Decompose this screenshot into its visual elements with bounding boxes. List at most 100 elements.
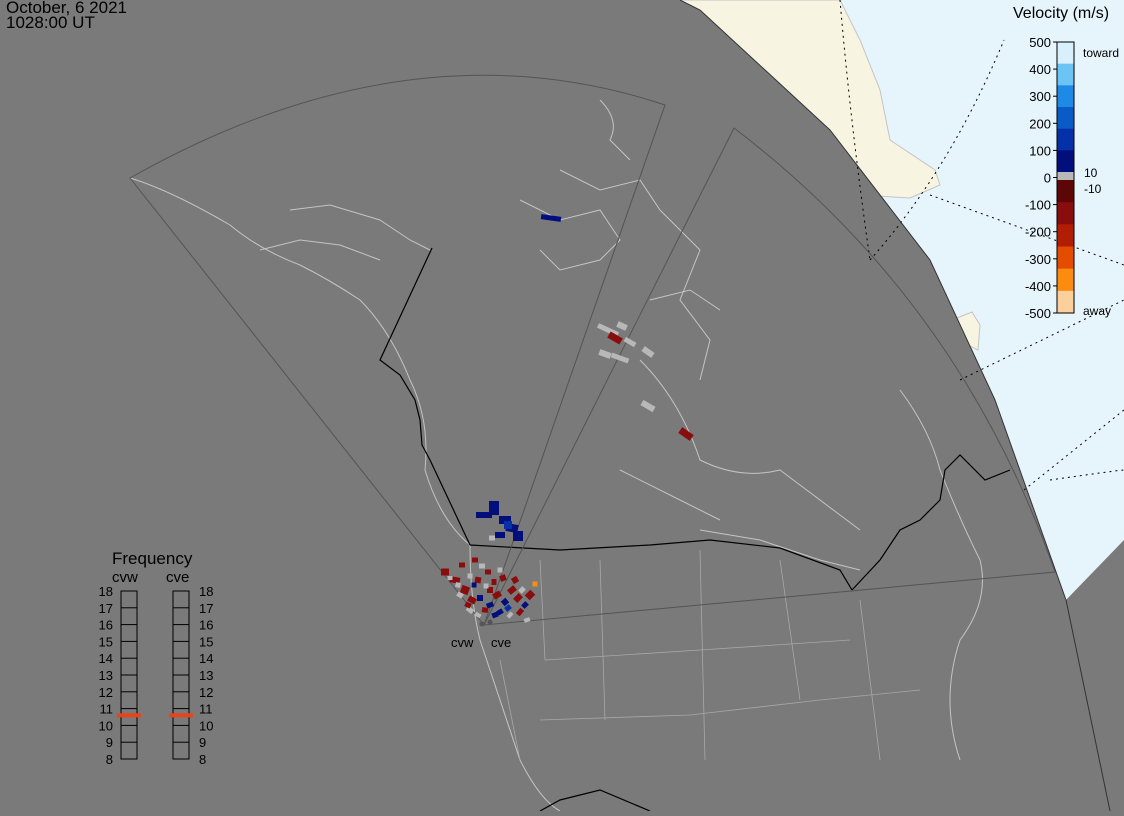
echo-cell: [521, 601, 529, 609]
echo-cell: [491, 579, 497, 585]
echo-cell: [513, 593, 523, 603]
site-label-cve: cve: [491, 635, 511, 650]
frequency-scale-label: 10: [99, 718, 113, 733]
echo-cell: [513, 531, 523, 541]
frequency-scale-label: 14: [199, 651, 213, 666]
pos-threshold-label: 10: [1084, 166, 1098, 180]
echo-cell: [641, 346, 655, 358]
echo-cell: [474, 576, 482, 584]
colorbar-tick-label: -300: [1025, 252, 1051, 267]
colorbar-tick-label: -400: [1025, 279, 1051, 294]
site-marker-cvw: [479, 621, 485, 627]
colorbar-segment: [1057, 63, 1074, 86]
frequency-marker: [169, 713, 193, 718]
velocity-title: Velocity (m/s): [1013, 5, 1110, 22]
frequency-scale-label: 9: [106, 735, 113, 750]
frequency-radar-label: cvw: [112, 569, 138, 586]
echo-cell: [499, 574, 507, 582]
echo-cell: [518, 586, 526, 594]
echo-cell: [616, 321, 628, 331]
echo-cell: [467, 573, 473, 579]
time-label: 1028:00 UT: [6, 13, 95, 32]
fov-cvw: [129, 74, 666, 626]
state-lines: [499, 549, 921, 761]
frequency-scale-label: 12: [99, 685, 113, 700]
frequency-scale-label: 13: [199, 668, 213, 683]
colorbar-segment: [1057, 42, 1074, 65]
frequency-scale-label: 12: [199, 685, 213, 700]
echo-cell: [507, 585, 517, 595]
colorbar-segment: [1057, 268, 1074, 292]
colorbar-tick-label: -200: [1025, 225, 1051, 240]
colorbar-segment: [1057, 246, 1074, 270]
frequency-scale-label: 11: [100, 702, 114, 717]
colorbar-tick-label: -100: [1025, 198, 1051, 213]
frequency-scale-label: 16: [99, 618, 113, 633]
colorbar-segment: [1057, 290, 1074, 314]
map-stage: cvw cve 500 400 300 200 100 0 -100 -200 -300 -400…: [0, 0, 1124, 812]
colorbar-segment: [1057, 128, 1074, 151]
echo-cell: [479, 563, 485, 569]
frequency-scale-label: 18: [199, 584, 213, 599]
frequency-scale-label: 18: [99, 584, 113, 599]
echo-cell: [504, 521, 512, 529]
frequency-scale-label: 15: [199, 634, 213, 649]
echo-cell: [497, 567, 503, 573]
echo-cell: [640, 399, 656, 413]
echo-cell: [598, 349, 612, 359]
colorbar-tick-label: -500: [1025, 306, 1051, 321]
echo-cell: [481, 607, 489, 613]
colorbar-segment: [1057, 224, 1074, 248]
frequency-scale-label: 10: [199, 718, 213, 733]
echo-cell: [515, 607, 525, 617]
echo-cell: [495, 532, 505, 538]
echo-cell: [523, 617, 531, 623]
frequency-scale-label: 17: [199, 601, 213, 616]
frequency-title: Frequency: [112, 549, 193, 568]
colorbar-tick-label: 400: [1029, 62, 1051, 77]
echo-cell: [441, 568, 449, 576]
colorbar-segment: [1057, 202, 1074, 225]
colorbar-segment: [1057, 150, 1074, 173]
echo-cell: [459, 562, 465, 568]
frequency-marker: [117, 713, 141, 718]
echo-cell: [471, 582, 477, 588]
echo-cell: [678, 427, 694, 441]
radar-map: cvw cve 500 400 300 200 100 0 -100 -200 -300 -400…: [99, 0, 1124, 812]
frequency-scale-label: 9: [199, 735, 206, 750]
colorbar-segment: [1057, 172, 1074, 180]
frequency-scale-label: 17: [99, 601, 113, 616]
echo-cell: [510, 575, 520, 585]
frequency-scale-label: 16: [199, 618, 213, 633]
site-marker-cve: [487, 619, 493, 625]
colorbar-tick-label: 300: [1029, 89, 1051, 104]
echo-cell: [483, 583, 489, 589]
echo-cell: [524, 589, 536, 601]
frequency-scale-label: 14: [99, 651, 113, 666]
colorbar-segment: [1057, 107, 1074, 130]
coastlines: [129, 99, 983, 812]
frequency-scale-label: 11: [199, 702, 213, 717]
echo-cells: [441, 214, 694, 623]
frequency-radar-label: cve: [166, 569, 189, 586]
frequency-panel: cvw cve18 1817 1716 1615 1514 1413 1312 1211 1110…: [99, 569, 214, 767]
neg-threshold-label: -10: [1084, 182, 1102, 196]
echo-cell: [489, 501, 499, 515]
colorbar-tick-label: 500: [1029, 35, 1051, 50]
frequency-scale-label: 15: [99, 634, 113, 649]
site-label-cvw: cvw: [451, 635, 474, 650]
echo-cell: [506, 611, 514, 619]
echo-cell: [447, 576, 453, 580]
echo-cell: [623, 336, 637, 348]
radar-sites: cvw cve: [451, 619, 511, 650]
colorbar-tick-label: 0: [1044, 171, 1051, 186]
echo-cell: [455, 582, 461, 588]
frequency-scale-label: 8: [106, 752, 113, 767]
baffin-land: [951, 311, 981, 351]
echo-cell: [532, 581, 538, 587]
colorbar-tick-label: 100: [1029, 143, 1051, 158]
colorbar-segment: [1057, 85, 1074, 108]
echo-cell: [485, 569, 491, 575]
echo-cell: [477, 595, 483, 601]
frequency-scale-label: 13: [99, 668, 113, 683]
